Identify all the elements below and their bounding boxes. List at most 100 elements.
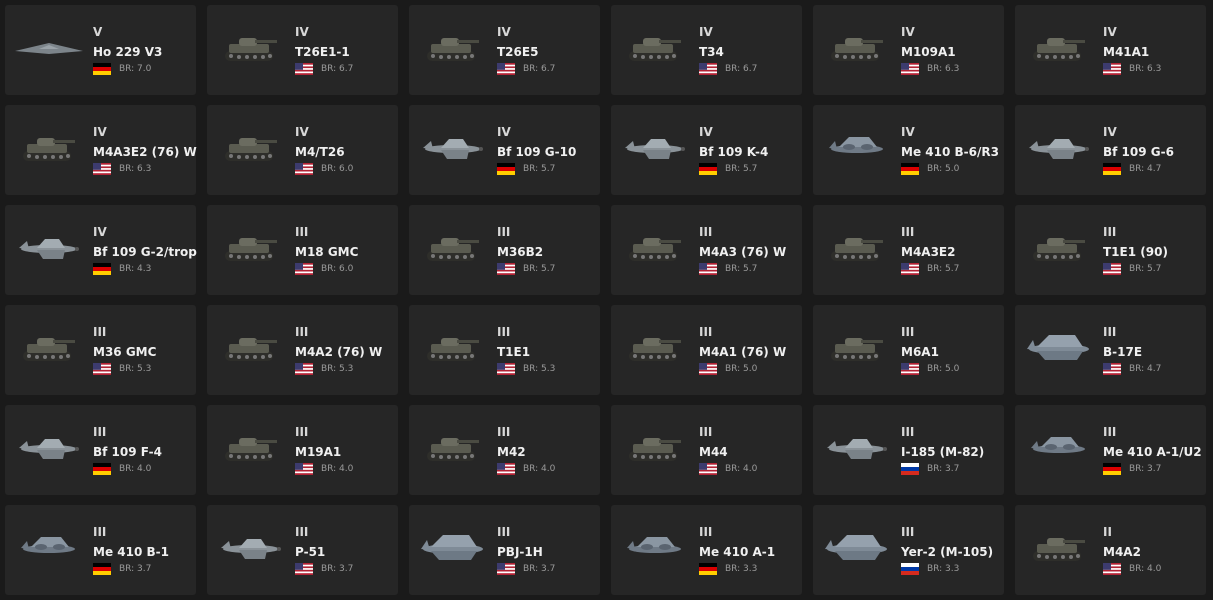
usa-flag-icon (497, 263, 515, 275)
vehicle-card[interactable]: IV T26E5 BR: 6.7 (409, 5, 600, 95)
vehicle-card[interactable]: III M4A3 (76) W BR: 5.7 (611, 205, 802, 295)
vehicle-card[interactable]: II M4A2 BR: 4.0 (1015, 505, 1206, 595)
usa-flag-icon (901, 263, 919, 275)
vehicle-thumbnail (13, 527, 85, 567)
vehicle-card[interactable]: III M36 GMC BR: 5.3 (5, 305, 196, 395)
tank-icon (629, 438, 681, 461)
germany-flag-icon (901, 163, 919, 175)
battle-rating: BR: 4.7 (1129, 364, 1162, 374)
vehicle-thumbnail (821, 27, 893, 67)
vehicle-card[interactable]: III T1E1 BR: 5.3 (409, 305, 600, 395)
vehicle-card[interactable]: IV M41A1 BR: 6.3 (1015, 5, 1206, 95)
vehicle-thumbnail (417, 427, 489, 467)
germany-flag-icon (699, 563, 717, 575)
vehicle-rank: III (295, 225, 309, 239)
vehicle-card[interactable]: IV M4A3E2 (76) W BR: 6.3 (5, 105, 197, 195)
vehicle-name: M18 GMC (295, 245, 359, 259)
vehicle-card[interactable]: III Me 410 B-1 BR: 3.7 (5, 505, 196, 595)
vehicle-card[interactable]: III P-51 BR: 3.7 (207, 505, 398, 595)
vehicle-name: M4A2 (76) W (295, 345, 383, 359)
tank-icon (225, 338, 277, 361)
vehicle-thumbnail (215, 27, 287, 67)
vehicle-card[interactable]: IV Bf 109 G-10 BR: 5.7 (409, 105, 600, 195)
vehicle-card[interactable]: III M36B2 BR: 5.7 (409, 205, 600, 295)
usa-flag-icon (93, 363, 111, 375)
vehicle-thumbnail (13, 427, 85, 467)
vehicle-meta: BR: 3.7 (93, 563, 151, 575)
vehicle-card[interactable]: III I-185 (M-82) BR: 3.7 (813, 405, 1004, 495)
plane-icon (221, 539, 281, 559)
vehicle-rank: III (901, 525, 915, 539)
vehicle-name: M42 (497, 445, 526, 459)
vehicle-card[interactable]: III M4A1 (76) W BR: 5.0 (611, 305, 802, 395)
vehicle-rank: III (93, 425, 107, 439)
vehicle-name: Bf 109 F-4 (93, 445, 162, 459)
vehicle-name: T1E1 (90) (1103, 245, 1168, 259)
vehicle-meta: BR: 6.0 (295, 263, 353, 275)
vehicle-thumbnail (1023, 327, 1095, 367)
vehicle-name: Yer-2 (M-105) (901, 545, 994, 559)
vehicle-name: Bf 109 G-10 (497, 145, 577, 159)
vehicle-card[interactable]: III Yer-2 (M-105) BR: 3.3 (813, 505, 1004, 595)
vehicle-card[interactable]: III M4A2 (76) W BR: 5.3 (207, 305, 398, 395)
vehicle-thumbnail (1023, 427, 1095, 467)
vehicle-meta: BR: 4.7 (1103, 163, 1161, 175)
flying-wing-icon (15, 43, 83, 54)
vehicle-meta: BR: 7.0 (93, 63, 151, 75)
vehicle-meta: BR: 3.7 (295, 563, 353, 575)
vehicle-card[interactable]: IV Bf 109 K-4 BR: 5.7 (611, 105, 802, 195)
usa-flag-icon (1103, 63, 1121, 75)
germany-flag-icon (93, 463, 111, 475)
plane-icon (625, 139, 685, 159)
vehicle-rank: III (901, 325, 915, 339)
battle-rating: BR: 3.7 (1129, 464, 1162, 474)
vehicle-thumbnail (821, 527, 893, 567)
vehicle-card[interactable]: III Bf 109 F-4 BR: 4.0 (5, 405, 196, 495)
vehicle-name: T26E1-1 (295, 45, 350, 59)
battle-rating: BR: 4.3 (119, 264, 152, 274)
vehicle-card[interactable]: III M6A1 BR: 5.0 (813, 305, 1004, 395)
battle-rating: BR: 6.3 (1129, 64, 1162, 74)
vehicle-rank: V (93, 25, 103, 39)
vehicle-card[interactable]: III M44 BR: 4.0 (611, 405, 802, 495)
vehicle-card[interactable]: III Me 410 A-1 BR: 3.3 (611, 505, 802, 595)
vehicle-card[interactable]: IV M4/T26 BR: 6.0 (207, 105, 398, 195)
vehicle-card[interactable]: III T1E1 (90) BR: 5.7 (1015, 205, 1206, 295)
vehicle-meta: BR: 5.7 (1103, 263, 1161, 275)
vehicle-card[interactable]: IV T26E1-1 BR: 6.7 (207, 5, 398, 95)
vehicle-rank: III (699, 225, 713, 239)
battle-rating: BR: 4.0 (1129, 564, 1162, 574)
vehicle-name: M4A2 (1103, 545, 1141, 559)
vehicle-thumbnail (417, 27, 489, 67)
vehicle-card[interactable]: IV Bf 109 G-6 BR: 4.7 (1015, 105, 1206, 195)
vehicle-thumbnail (619, 127, 691, 167)
vehicle-card[interactable]: V Ho 229 V3 BR: 7.0 (5, 5, 196, 95)
vehicle-card[interactable]: III M42 BR: 4.0 (409, 405, 600, 495)
plane-icon (19, 439, 79, 459)
vehicle-card[interactable]: IV Bf 109 G-2/trop BR: 4.3 (5, 205, 197, 295)
tank-icon (225, 238, 277, 261)
vehicle-card[interactable]: IV T34 BR: 6.7 (611, 5, 802, 95)
usa-flag-icon (497, 63, 515, 75)
vehicle-card[interactable]: IV M109A1 BR: 6.3 (813, 5, 1004, 95)
battle-rating: BR: 6.0 (321, 264, 354, 274)
vehicle-name: B-17E (1103, 345, 1143, 359)
tank-icon (225, 138, 277, 161)
vehicle-card[interactable]: III M4A3E2 BR: 5.7 (813, 205, 1004, 295)
battle-rating: BR: 5.7 (725, 164, 758, 174)
vehicle-rank: IV (497, 25, 511, 39)
battle-rating: BR: 4.7 (1129, 164, 1162, 174)
vehicle-card[interactable]: III Me 410 A-1/U2 BR: 3.7 (1015, 405, 1206, 495)
vehicle-name: P-51 (295, 545, 326, 559)
vehicle-thumbnail (821, 327, 893, 367)
vehicle-card[interactable]: IV Me 410 B-6/R3 BR: 5.0 (813, 105, 1004, 195)
vehicle-card[interactable]: III M19A1 BR: 4.0 (207, 405, 398, 495)
usa-flag-icon (295, 163, 313, 175)
vehicle-rank: III (497, 325, 511, 339)
vehicle-card[interactable]: III PBJ-1H BR: 3.7 (409, 505, 600, 595)
vehicle-rank: III (699, 525, 713, 539)
vehicle-card[interactable]: III B-17E BR: 4.7 (1015, 305, 1206, 395)
vehicle-card[interactable]: III M18 GMC BR: 6.0 (207, 205, 398, 295)
tank-icon (831, 238, 883, 261)
vehicle-thumbnail (417, 227, 489, 267)
